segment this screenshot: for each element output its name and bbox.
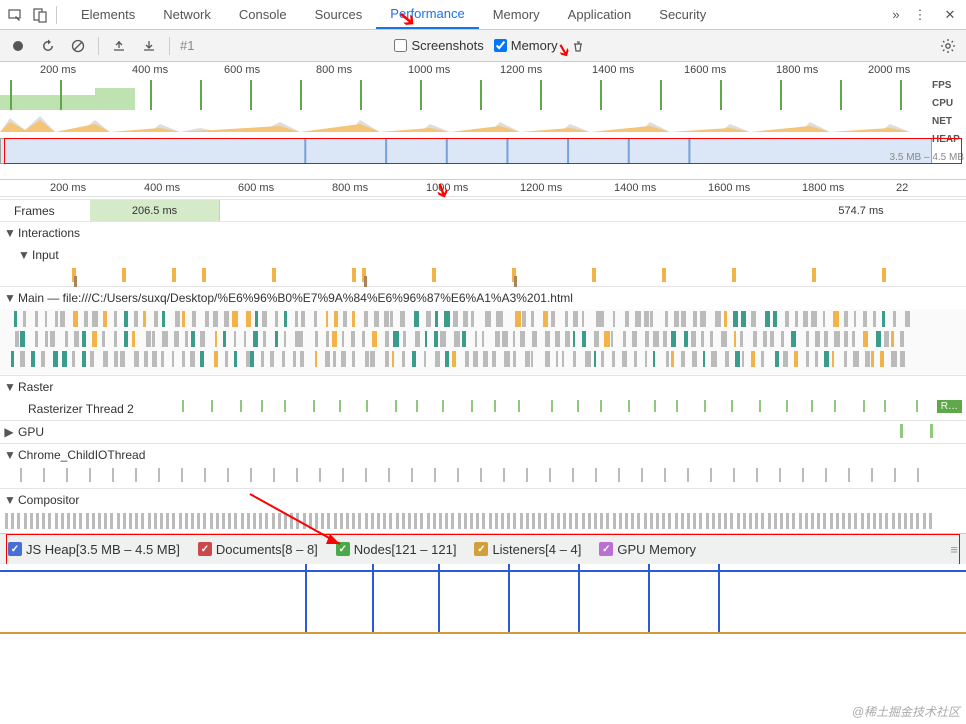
- tab-application[interactable]: Application: [554, 1, 646, 28]
- fps-overview: [0, 80, 920, 110]
- legend-item[interactable]: ✓Listeners[4 – 4]: [474, 542, 581, 557]
- panel-tabs: ElementsNetworkConsoleSourcesPerformance…: [67, 0, 884, 29]
- inspect-element-icon[interactable]: [4, 3, 28, 27]
- kebab-menu-icon[interactable]: ⋮: [908, 3, 932, 27]
- ruler-tick: 400 ms: [144, 182, 180, 194]
- ruler-tick: 22: [896, 182, 908, 194]
- save-profile-button[interactable]: [139, 36, 159, 56]
- input-lane: [12, 266, 966, 286]
- expand-icon[interactable]: ▶: [4, 425, 14, 439]
- load-profile-button[interactable]: [109, 36, 129, 56]
- heap-range-label: 3.5 MB – 4.5 MB: [890, 152, 964, 163]
- ruler-tick: 1600 ms: [684, 64, 726, 76]
- legend-item[interactable]: ✓GPU Memory: [599, 542, 696, 557]
- ruler-tick: 1800 ms: [802, 182, 844, 194]
- ruler-tick: 1200 ms: [520, 182, 562, 194]
- collapse-icon[interactable]: ▼: [4, 380, 14, 394]
- main-track[interactable]: ▼Main — file:///C:/Users/suxq/Desktop/%E…: [0, 287, 966, 376]
- collapse-icon[interactable]: ▼: [4, 493, 14, 507]
- ruler-tick: 800 ms: [316, 64, 352, 76]
- more-tabs-icon[interactable]: »: [884, 3, 908, 27]
- legend-item[interactable]: ✓Nodes[121 – 121]: [336, 542, 457, 557]
- overview-ruler: 200 ms 400 ms 600 ms 800 ms 1000 ms 1200 ms 14…: [0, 62, 966, 80]
- legend-item[interactable]: ✓JS Heap[3.5 MB – 4.5 MB]: [8, 542, 180, 557]
- overview-pane[interactable]: 200 ms 400 ms 600 ms 800 ms 1000 ms 1200 ms 14…: [0, 62, 966, 180]
- settings-gear-icon[interactable]: [938, 36, 958, 56]
- ruler-tick: 1000 ms: [426, 182, 468, 194]
- memory-checkbox[interactable]: Memory: [494, 38, 558, 53]
- ruler-tick: 1200 ms: [500, 64, 542, 76]
- ruler-tick: 1600 ms: [708, 182, 750, 194]
- legend-checkbox[interactable]: ✓: [198, 542, 212, 556]
- ruler-tick: 1400 ms: [592, 64, 634, 76]
- flame-chart[interactable]: 200 ms 400 ms 600 ms 800 ms 1000 ms 1200 ms 14…: [0, 180, 966, 533]
- legend-checkbox[interactable]: ✓: [336, 542, 350, 556]
- child-io-track[interactable]: ▼Chrome_ChildIOThread: [0, 444, 966, 489]
- tab-network[interactable]: Network: [149, 1, 225, 28]
- flame-ruler: 200 ms 400 ms 600 ms 800 ms 1000 ms 1200 ms 14…: [0, 180, 966, 200]
- legend-menu-icon[interactable]: ≡: [950, 542, 958, 557]
- watermark: @稀土掘金技术社区: [852, 703, 960, 720]
- record-button[interactable]: [8, 36, 28, 56]
- legend-checkbox[interactable]: ✓: [599, 542, 613, 556]
- interactions-track[interactable]: ▼Interactions ▼Input: [0, 222, 966, 287]
- tab-elements[interactable]: Elements: [67, 1, 149, 28]
- raster-lane: [180, 398, 926, 418]
- ruler-tick: 1800 ms: [776, 64, 818, 76]
- memory-metrics-pane: ✓JS Heap[3.5 MB – 4.5 MB] ✓Documents[8 – …: [0, 533, 966, 634]
- ruler-tick: 200 ms: [40, 64, 76, 76]
- tab-performance[interactable]: Performance: [376, 0, 478, 29]
- recording-selector[interactable]: #1: [180, 38, 194, 53]
- tab-memory[interactable]: Memory: [479, 1, 554, 28]
- compositor-lane: [0, 511, 966, 533]
- overview-side-labels: FPSCPUNETHEAP: [932, 80, 966, 152]
- device-toggle-icon[interactable]: [28, 3, 52, 27]
- tab-sources[interactable]: Sources: [301, 1, 377, 28]
- frame-time-label: 574.7 ms: [816, 200, 906, 221]
- clear-button[interactable]: [68, 36, 88, 56]
- frames-track[interactable]: Frames 206.5 ms 574.7 ms: [0, 200, 966, 222]
- main-lane: [0, 309, 966, 375]
- devtools-tabbar: ElementsNetworkConsoleSourcesPerformance…: [0, 0, 966, 30]
- garbage-collect-button[interactable]: [568, 36, 588, 56]
- ruler-tick: 1000 ms: [408, 64, 450, 76]
- collapse-icon[interactable]: ▼: [4, 448, 14, 462]
- heap-overview: [0, 138, 932, 164]
- cpu-overview: [0, 110, 920, 132]
- screenshots-checkbox[interactable]: Screenshots: [394, 38, 483, 53]
- ruler-tick: 1400 ms: [614, 182, 656, 194]
- collapse-icon[interactable]: ▼: [18, 248, 28, 262]
- performance-toolbar: #1 Screenshots Memory: [0, 30, 966, 62]
- memory-legend: ✓JS Heap[3.5 MB – 4.5 MB] ✓Documents[8 – …: [0, 534, 966, 564]
- reload-record-button[interactable]: [38, 36, 58, 56]
- frame-block[interactable]: 206.5 ms: [90, 200, 220, 221]
- raster-badge: R…: [937, 400, 962, 413]
- tab-console[interactable]: Console: [225, 1, 301, 28]
- compositor-track[interactable]: ▼Compositor: [0, 489, 966, 533]
- close-devtools-icon[interactable]: ✕: [938, 3, 962, 27]
- ruler-tick: 600 ms: [224, 64, 260, 76]
- ruler-tick: 600 ms: [238, 182, 274, 194]
- legend-checkbox[interactable]: ✓: [474, 542, 488, 556]
- ruler-tick: 800 ms: [332, 182, 368, 194]
- collapse-icon[interactable]: ▼: [4, 291, 14, 305]
- collapse-icon[interactable]: ▼: [4, 226, 14, 240]
- tab-security[interactable]: Security: [645, 1, 720, 28]
- raster-track[interactable]: ▼Raster Rasterizer Thread 2 R…: [0, 376, 966, 421]
- child-io-lane: [0, 466, 966, 488]
- ruler-tick: 2000 ms: [868, 64, 910, 76]
- ruler-tick: 400 ms: [132, 64, 168, 76]
- ruler-tick: 200 ms: [50, 182, 86, 194]
- frames-label: Frames: [0, 204, 90, 218]
- gpu-track[interactable]: ▶GPU: [0, 421, 966, 444]
- legend-checkbox[interactable]: ✓: [8, 542, 22, 556]
- memory-chart[interactable]: [0, 564, 966, 634]
- legend-item[interactable]: ✓Documents[8 – 8]: [198, 542, 318, 557]
